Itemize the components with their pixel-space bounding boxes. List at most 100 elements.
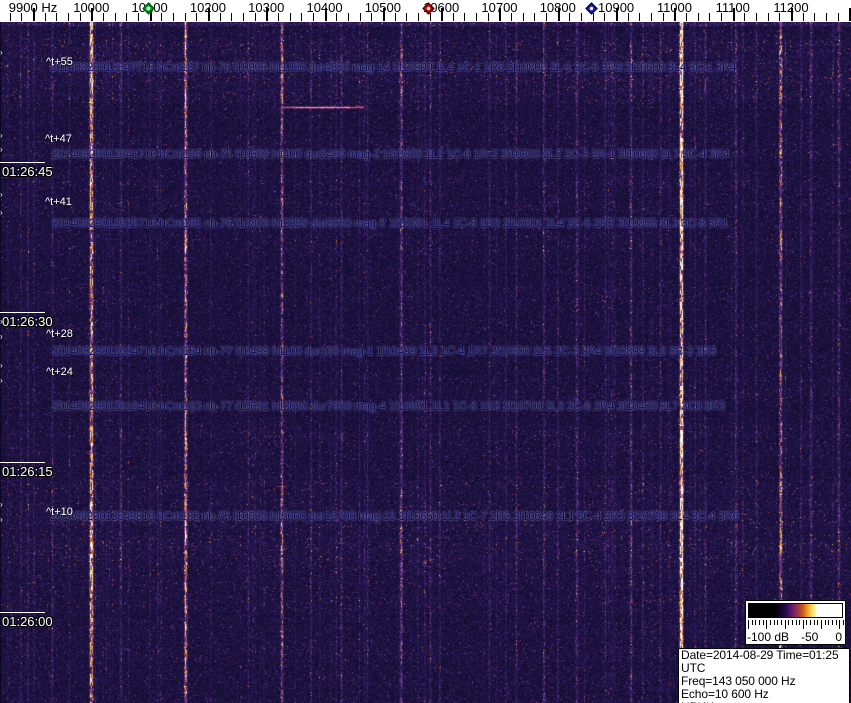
freq-tick — [814, 13, 816, 21]
time-label: 01:26:30 — [2, 314, 53, 329]
db-ruler-tick — [748, 620, 749, 629]
freq-tick — [592, 13, 594, 21]
freq-axis-label: 10400 — [306, 0, 343, 15]
db-ruler-tick — [817, 620, 819, 625]
freq-tick — [289, 13, 291, 21]
detection-log-line: 20140829012610416 hCnt183 nb-77 f10651 h… — [52, 401, 725, 413]
left-edge-mark: › — [0, 145, 3, 154]
freq-tick — [301, 13, 303, 21]
db-ruler-tick — [758, 620, 760, 625]
db-ruler-tick — [810, 620, 812, 625]
blue-diamond-marker[interactable] — [584, 2, 598, 15]
db-ruler-tick — [766, 620, 768, 629]
spectrogram-waterfall[interactable] — [0, 22, 851, 703]
info-box-line: Date=2014-08-29 Time=01:25 UTC — [681, 648, 839, 675]
freq-tick — [651, 13, 653, 21]
db-ruler-tick — [788, 620, 790, 625]
db-ruler-tick — [784, 620, 786, 629]
db-ruler-tick — [773, 620, 775, 625]
db-ruler-tick — [806, 620, 808, 625]
freq-tick — [67, 13, 69, 21]
left-edge-mark: › — [0, 500, 3, 509]
freq-axis-label: 9900 Hz — [8, 0, 58, 15]
detection-time-marker: ^t+41 — [45, 196, 72, 208]
db-ruler-tick — [802, 620, 804, 629]
freq-tick — [697, 13, 699, 21]
freq-axis-label: 11100 — [715, 0, 750, 15]
db-ruler-tick — [769, 620, 771, 625]
left-edge-mark: › — [0, 376, 3, 385]
db-ruler-tick — [780, 620, 782, 625]
detection-log-line: 20140829012624716 hCnt184 nb-77 f10499 h… — [52, 346, 717, 358]
freq-axis-label: 11200 — [773, 0, 809, 15]
freq-tick — [464, 13, 466, 21]
freq-tick — [347, 13, 349, 21]
detection-time-marker: ^t+55 — [46, 56, 73, 68]
time-tick-line — [0, 612, 45, 613]
freq-tick — [476, 13, 478, 21]
station-info-box: Date=2014-08-29 Time=01:25 UTC Freq=143 0… — [678, 648, 850, 703]
freq-tick — [767, 13, 769, 21]
time-label: 01:26:15 — [2, 464, 53, 479]
freq-axis-label: 10000 — [73, 0, 110, 15]
db-label-max: 0 — [835, 630, 842, 644]
freq-tick — [417, 13, 419, 21]
db-ruler-tick — [821, 620, 823, 629]
detection-log-line: 20140829012549816 hCnt182 nb-75 f10650 h… — [50, 511, 739, 523]
left-edge-mark: › — [0, 208, 3, 217]
left-edge-mark: › — [0, 332, 3, 341]
detection-time-marker: ^t+10 — [46, 506, 73, 518]
detection-log-line: 20140829012641716 hCnt186 nb-75 f10600 h… — [52, 149, 730, 161]
freq-tick — [837, 13, 839, 21]
db-ruler-tick — [824, 620, 826, 625]
left-edge-mark: › — [0, 48, 3, 57]
freq-axis-label: 10800 — [539, 0, 576, 15]
freq-tick — [639, 13, 641, 21]
detection-log-line: 20140829012647716 hCnt187 nb-76 f10900 h… — [50, 62, 737, 74]
db-ruler-tick — [755, 620, 757, 625]
db-ruler-tick — [835, 620, 837, 625]
db-ruler-tick — [762, 620, 764, 625]
left-edge-mark: › — [0, 361, 3, 370]
db-ruler-tick — [777, 620, 779, 625]
time-label: 01:26:00 — [2, 614, 53, 629]
db-ruler-tick — [795, 620, 797, 625]
db-scale-ruler — [748, 620, 844, 630]
detection-time-marker: ^t+47 — [45, 133, 72, 145]
freq-tick — [406, 13, 408, 21]
left-edge-mark: › — [0, 317, 3, 326]
time-tick-line — [0, 312, 45, 313]
meteor-spectrogram-window: 9900 Hz100001010010200103001040010500106… — [0, 0, 851, 703]
db-ruler-tick — [832, 620, 834, 625]
freq-tick — [231, 13, 233, 21]
detection-time-marker: ^t+28 — [46, 328, 73, 340]
freq-tick — [522, 13, 524, 21]
freq-axis-label: 10900 — [598, 0, 635, 15]
freq-axis-label: 10200 — [189, 0, 226, 15]
detection-time-marker: ^t+24 — [46, 366, 73, 378]
db-ruler-tick — [828, 620, 830, 625]
freq-tick — [184, 13, 186, 21]
freq-axis-label: 11000 — [656, 0, 692, 15]
left-edge-mark: › — [0, 131, 3, 140]
db-ruler-tick — [799, 620, 801, 625]
freq-tick — [126, 13, 128, 21]
freq-tick — [756, 13, 758, 21]
freq-tick — [581, 13, 583, 21]
db-ruler-tick — [843, 620, 844, 625]
db-ruler-tick — [839, 620, 841, 629]
freq-tick — [114, 13, 116, 21]
db-scale-legend: -100 dB -50 0 — [745, 600, 846, 645]
freq-tick — [826, 13, 828, 21]
freq-axis-label: 10700 — [481, 0, 518, 15]
db-label-mid: -50 — [801, 630, 819, 644]
freq-axis-label: 10500 — [364, 0, 401, 15]
time-tick-line — [0, 162, 45, 163]
time-tick-line — [0, 462, 45, 463]
db-label-min: -100 dB — [747, 630, 790, 644]
left-edge-mark: › — [0, 515, 3, 524]
db-ruler-tick — [813, 620, 815, 625]
detection-log-line: 20140829012628716 hCnt185 nb-76 f10800 h… — [52, 218, 729, 230]
freq-tick — [709, 13, 711, 21]
freq-axis-label: 10300 — [248, 0, 285, 15]
